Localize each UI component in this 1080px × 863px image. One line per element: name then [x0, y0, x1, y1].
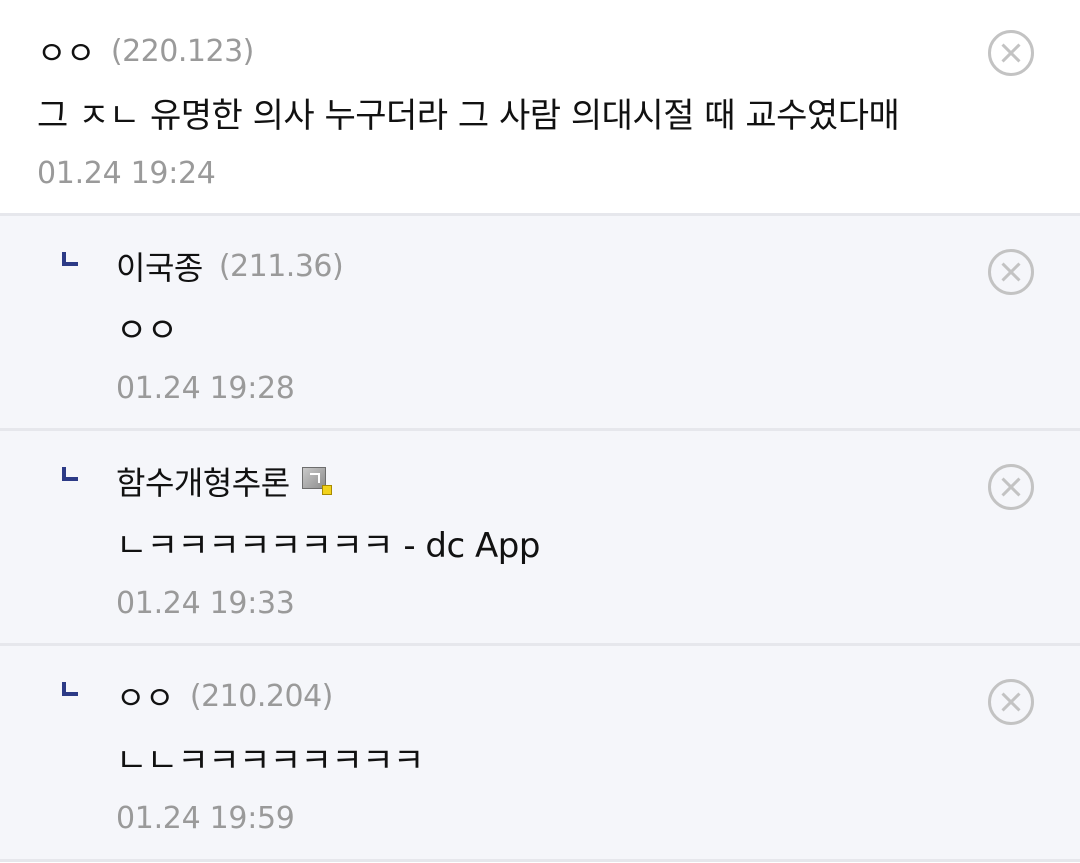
reply-nickname[interactable]: 이국종 [116, 243, 203, 289]
reply-item: 함수개형추론 ㄴㅋㅋㅋㅋㅋㅋㅋㅋ - dc App 01.24 19:33 [0, 431, 1080, 646]
close-circle-icon[interactable] [988, 464, 1034, 510]
reply-nickname[interactable]: 함수개형추론 [116, 458, 290, 504]
reply-arrow-icon [62, 252, 78, 266]
comment-meta: ㅇㅇ (220.123) [37, 28, 1080, 74]
close-circle-icon[interactable] [988, 30, 1034, 76]
reply-nickname[interactable]: ㅇㅇ [116, 673, 174, 719]
close-circle-icon[interactable] [988, 249, 1034, 295]
comment-text: 그 ㅈㄴ 유명한 의사 누구더라 그 사람 의대시절 때 교수였다매 [37, 96, 900, 136]
reply-text: ㅇㅇ [116, 311, 178, 351]
reply-arrow-icon [62, 467, 78, 481]
comment-ip: (220.123) [110, 33, 254, 69]
reply-meta: ㅇㅇ (210.204) [116, 673, 1080, 719]
reply-timestamp: 01.24 19:59 [116, 801, 295, 836]
reply-ip: (210.204) [189, 678, 333, 714]
reply-arrow-icon [62, 682, 78, 696]
comment-timestamp: 01.24 19:24 [37, 156, 216, 191]
reply-timestamp: 01.24 19:33 [116, 586, 295, 621]
reply-text: ㄴㅋㅋㅋㅋㅋㅋㅋㅋ - dc App [116, 526, 540, 566]
gallog-badge-icon[interactable] [301, 467, 332, 495]
comment-nickname[interactable]: ㅇㅇ [37, 28, 95, 74]
comment-item: ㅇㅇ (220.123) 그 ㅈㄴ 유명한 의사 누구더라 그 사람 의대시절 … [0, 0, 1080, 216]
close-circle-icon[interactable] [988, 679, 1034, 725]
reply-text: ㄴㄴㅋㅋㅋㅋㅋㅋㅋㅋ [116, 741, 424, 781]
reply-item: 이국종 (211.36) ㅇㅇ 01.24 19:28 [0, 216, 1080, 431]
comment-list: ㅇㅇ (220.123) 그 ㅈㄴ 유명한 의사 누구더라 그 사람 의대시절 … [0, 0, 1080, 863]
reply-meta: 함수개형추론 [116, 458, 1080, 504]
reply-timestamp: 01.24 19:28 [116, 371, 295, 406]
reply-meta: 이국종 (211.36) [116, 243, 1080, 289]
reply-item: ㅇㅇ (210.204) ㄴㄴㅋㅋㅋㅋㅋㅋㅋㅋ 01.24 19:59 [0, 646, 1080, 862]
reply-ip: (211.36) [218, 248, 344, 284]
